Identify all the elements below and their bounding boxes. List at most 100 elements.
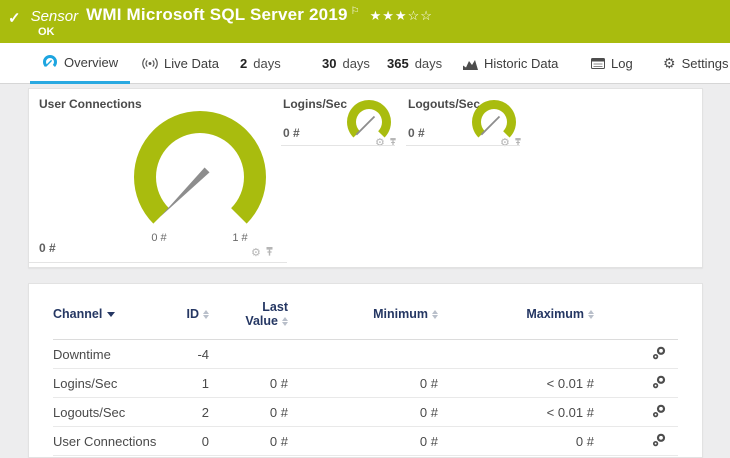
- gauge-arc: [347, 100, 391, 138]
- sort-desc-icon: [107, 311, 116, 317]
- status-check-icon: ✓: [8, 10, 21, 27]
- header-label: Value: [245, 313, 278, 328]
- channel-settings-icon[interactable]: [652, 433, 666, 450]
- tab-number: 365: [387, 56, 409, 71]
- column-header-id[interactable]: ID: [163, 307, 209, 321]
- gauge-current-value: 0 #: [283, 126, 300, 140]
- sort-icon: [588, 309, 594, 319]
- gear-icon: ⚙: [663, 55, 676, 71]
- divider: [406, 145, 520, 146]
- header-label: Maximum: [526, 306, 584, 321]
- header-label: Channel: [53, 306, 103, 321]
- tab-label: Settings: [681, 56, 729, 71]
- tab-settings[interactable]: ⚙ Settings: [663, 43, 729, 84]
- tab-365-days[interactable]: 365 days: [387, 43, 442, 84]
- tab-number: 2: [240, 56, 248, 71]
- channel-last-value: 0 #: [269, 375, 288, 391]
- channels-table: Channel ID Last Value Minimum Maximum Dow…: [28, 283, 703, 458]
- channel-id: 2: [201, 404, 209, 420]
- flag-icon[interactable]: ⚐: [351, 5, 360, 17]
- channel-name: Logins/Sec: [53, 375, 118, 391]
- gauge-arc: [134, 111, 266, 224]
- channel-minimum: 0 #: [419, 433, 438, 449]
- channel-id: 0: [201, 433, 209, 449]
- gauge-scale-min: 0 #: [151, 232, 167, 244]
- stars-empty: ☆☆: [407, 8, 433, 23]
- sensor-header: ✓ Sensor WMI Microsoft SQL Server 2019 ⚐…: [0, 0, 730, 43]
- gauge-current-value: 0 #: [408, 126, 425, 140]
- column-header-last-value[interactable]: Last Value: [209, 300, 288, 328]
- pin-icon[interactable]: [265, 244, 274, 262]
- channel-maximum: < 0.01 #: [546, 375, 594, 391]
- area-chart-icon: [463, 58, 478, 70]
- header-label: Last: [262, 299, 288, 314]
- gauge-arc: [472, 100, 516, 138]
- tab-overview[interactable]: Overview: [30, 43, 131, 84]
- priority-stars[interactable]: ★★★☆☆: [370, 5, 433, 24]
- tab-number: 30: [322, 56, 337, 71]
- gauge-icon: [42, 54, 58, 70]
- gauge-needle: [160, 167, 210, 217]
- gauge-needle: [355, 115, 376, 136]
- channel-last-value: 0 #: [269, 404, 288, 420]
- table-row[interactable]: User Connections 0 0 # 0 # 0 #: [53, 427, 678, 456]
- tab-log[interactable]: Log: [591, 43, 633, 84]
- gauges-panel: User Connections 0 # 1 # 0 # ⚙ Logins/Se…: [28, 88, 703, 268]
- tab-live-data[interactable]: Live Data: [142, 43, 219, 84]
- header-label: ID: [186, 306, 200, 321]
- channel-maximum: < 0.01 #: [546, 404, 594, 420]
- channel-name: Downtime: [53, 346, 111, 362]
- sensor-title: WMI Microsoft SQL Server 2019: [86, 5, 348, 24]
- tab-30-days[interactable]: 30 days: [322, 43, 370, 84]
- table-header-row: Channel ID Last Value Minimum Maximum: [53, 288, 678, 340]
- broadcast-icon: [142, 57, 158, 70]
- channel-minimum: 0 #: [419, 404, 438, 420]
- pin-icon[interactable]: [389, 134, 397, 152]
- gauge-scale-max: 1 #: [232, 232, 248, 244]
- log-list-icon: [591, 58, 605, 69]
- tab-label: days: [253, 56, 281, 71]
- channel-last-value: 0 #: [269, 433, 288, 449]
- header-label: Minimum: [373, 306, 428, 321]
- table-row[interactable]: Logouts/Sec 2 0 # 0 # < 0.01 #: [53, 398, 678, 427]
- tab-historic-data[interactable]: Historic Data: [463, 43, 558, 84]
- tab-label: Log: [611, 56, 633, 71]
- sensor-title-row: ✓ Sensor WMI Microsoft SQL Server 2019 ⚐…: [8, 5, 433, 27]
- tab-label: Live Data: [164, 56, 219, 71]
- gauge-current-value: 0 #: [39, 241, 56, 255]
- gauge-logouts-sec: Logouts/Sec 0 # ⚙: [406, 89, 521, 149]
- channel-settings-icon[interactable]: [652, 375, 666, 392]
- channel-minimum: 0 #: [419, 375, 438, 391]
- tab-label: days: [342, 56, 370, 71]
- tab-2-days[interactable]: 2 days: [240, 43, 281, 84]
- gauge-logins-sec: Logins/Sec 0 # ⚙: [281, 89, 396, 149]
- column-header-channel[interactable]: Channel: [53, 307, 163, 321]
- tab-label: Overview: [64, 54, 119, 70]
- sensor-status-badge: OK: [38, 26, 55, 38]
- table-row[interactable]: Logins/Sec 1 0 # 0 # < 0.01 #: [53, 369, 678, 398]
- channel-id: 1: [201, 375, 209, 391]
- channel-settings-icon[interactable]: [652, 346, 666, 363]
- gauge-dial: [134, 111, 266, 224]
- gauge-title: Logins/Sec: [283, 97, 348, 111]
- sensor-kind-label: Sensor: [30, 8, 79, 25]
- gauge-settings-icon[interactable]: ⚙: [251, 248, 261, 259]
- divider: [29, 262, 287, 263]
- tab-bar: Overview Live Data 2 days 30 days 365 da…: [0, 43, 730, 84]
- stars-filled: ★★★: [369, 8, 408, 23]
- gauge-needle: [480, 115, 501, 136]
- channel-settings-icon[interactable]: [652, 404, 666, 421]
- divider: [281, 145, 395, 146]
- pin-icon[interactable]: [514, 134, 522, 152]
- channel-name: Logouts/Sec: [53, 404, 126, 420]
- channel-maximum: 0 #: [575, 433, 594, 449]
- tab-label: Historic Data: [484, 56, 559, 71]
- table-row[interactable]: Downtime -4: [53, 340, 678, 369]
- gauge-settings-icon[interactable]: ⚙: [375, 138, 385, 149]
- tab-label: days: [414, 56, 443, 71]
- gauge-settings-icon[interactable]: ⚙: [500, 138, 510, 149]
- column-header-maximum[interactable]: Maximum: [438, 307, 594, 321]
- column-header-minimum[interactable]: Minimum: [288, 307, 438, 321]
- channel-id: -4: [197, 346, 209, 362]
- channel-name: User Connections: [53, 433, 157, 449]
